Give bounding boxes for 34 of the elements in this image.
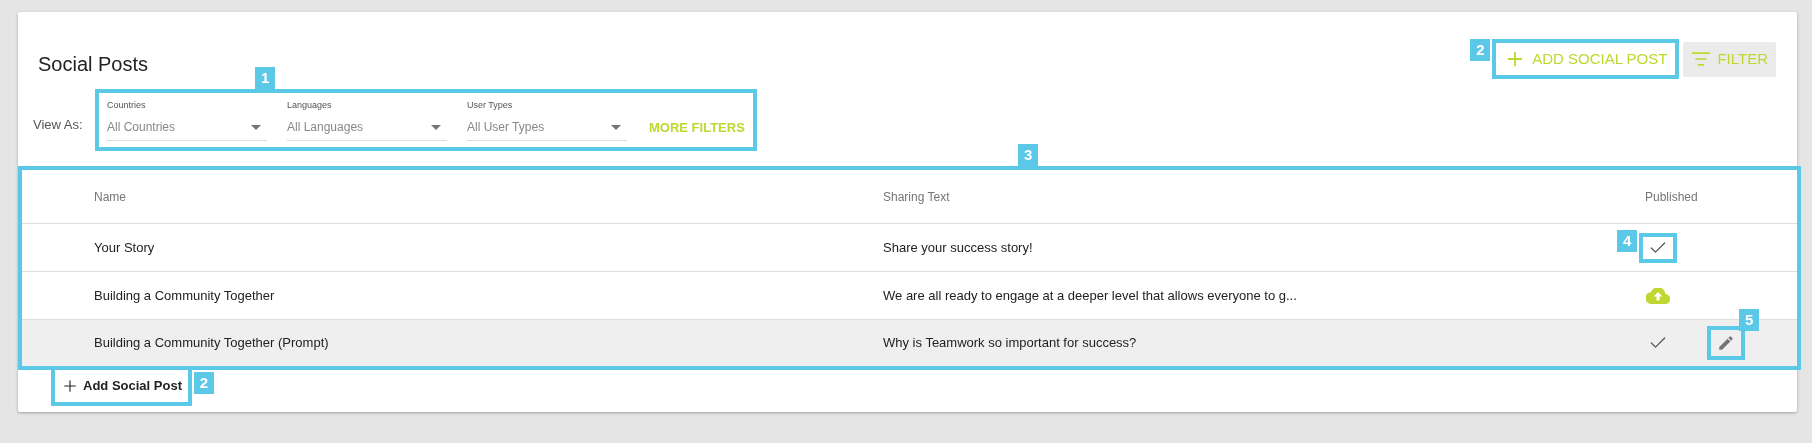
column-header: Published bbox=[1645, 188, 1699, 206]
callout-badge: 3 bbox=[1018, 144, 1039, 166]
table-row[interactable]: Your Story Share your success story! 4 bbox=[22, 224, 1797, 272]
table-cell-text: Building a Community Together bbox=[94, 286, 276, 305]
dropdown-caret-icon bbox=[251, 124, 261, 130]
dropdown-label: User Types bbox=[467, 98, 514, 112]
table-cell-text: Why is Teamwork so important for success? bbox=[883, 334, 1138, 353]
pencil-icon bbox=[1717, 334, 1735, 352]
column-header: Sharing Text bbox=[883, 188, 951, 206]
table-cell-text: We are all ready to engage at a deeper level that allows everyone to g... bbox=[883, 286, 1298, 305]
dropdown-field[interactable]: User Types All User Types bbox=[467, 98, 627, 141]
table-cell-text: Share your success story! bbox=[883, 238, 1034, 257]
callout-badge: 1 bbox=[255, 67, 276, 89]
dropdown-value: All Countries bbox=[107, 119, 176, 136]
page-title: Social Posts bbox=[38, 52, 149, 77]
dropdown-caret-icon bbox=[611, 124, 621, 130]
dropdown-value: All User Types bbox=[467, 119, 545, 136]
callout-badge: 5 bbox=[1739, 309, 1760, 331]
dropdown-caret-icon bbox=[431, 124, 441, 130]
filter-icon bbox=[1691, 49, 1712, 69]
column-header: Name bbox=[94, 188, 127, 206]
dropdown-field[interactable]: Countries All Countries bbox=[107, 98, 267, 141]
view-as-label: View As: bbox=[33, 116, 84, 135]
callout-badge: 4 bbox=[1617, 229, 1638, 252]
callout-badge: 2 bbox=[1470, 39, 1491, 61]
dropdown-label: Languages bbox=[287, 98, 333, 112]
table-cell-text: Building a Community Together (Prompt) bbox=[94, 334, 330, 353]
dropdown-field[interactable]: Languages All Languages bbox=[287, 98, 447, 141]
table-cell-text: Your Story bbox=[94, 238, 156, 257]
edit-button[interactable] bbox=[1707, 326, 1745, 360]
callout-badge: 2 bbox=[193, 372, 214, 394]
plus-icon bbox=[61, 377, 79, 395]
dropdown-label: Countries bbox=[107, 98, 147, 112]
dropdown-value: All Languages bbox=[287, 119, 364, 136]
